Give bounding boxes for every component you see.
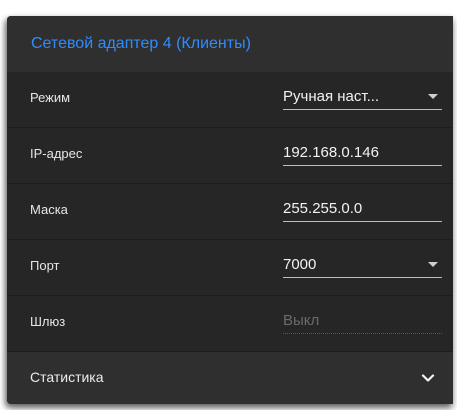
ip-address-value: 192.168.0.146 bbox=[283, 144, 379, 161]
gateway-label: Шлюз bbox=[30, 314, 66, 329]
ip-address-field[interactable]: 192.168.0.146 bbox=[283, 140, 442, 166]
mode-label: Режим bbox=[30, 90, 71, 105]
gateway-field: Выкл bbox=[283, 308, 442, 334]
gateway-row: Шлюз Выкл bbox=[7, 296, 453, 352]
panel-header: Сетевой адаптер 4 (Клиенты) bbox=[7, 16, 453, 72]
gateway-placeholder: Выкл bbox=[283, 312, 320, 329]
statistics-label: Статистика bbox=[30, 369, 104, 385]
ip-address-row: IP-адрес 192.168.0.146 bbox=[7, 128, 453, 184]
mask-label: Маска bbox=[30, 202, 68, 217]
mask-row: Маска 255.255.0.0 bbox=[7, 184, 453, 240]
network-adapter-panel: Сетевой адаптер 4 (Клиенты) Режим Ручная… bbox=[7, 16, 453, 404]
port-select[interactable]: 7000 bbox=[283, 252, 442, 278]
ip-address-label: IP-адрес bbox=[30, 146, 83, 161]
port-select-value: 7000 bbox=[283, 256, 317, 273]
dropdown-arrow-icon bbox=[428, 262, 438, 267]
dropdown-arrow-icon bbox=[428, 94, 438, 99]
chevron-down-icon[interactable] bbox=[421, 371, 435, 385]
mode-select[interactable]: Ручная наст... bbox=[283, 84, 442, 110]
mode-row: Режим Ручная наст... bbox=[7, 72, 453, 128]
panel-title: Сетевой адаптер 4 (Клиенты) bbox=[31, 35, 251, 52]
mask-value: 255.255.0.0 bbox=[283, 200, 363, 217]
port-row: Порт 7000 bbox=[7, 240, 453, 296]
statistics-expander[interactable]: Статистика bbox=[7, 352, 453, 404]
mask-field[interactable]: 255.255.0.0 bbox=[283, 196, 442, 222]
mode-select-value: Ручная наст... bbox=[283, 88, 380, 105]
port-label: Порт bbox=[30, 258, 60, 273]
